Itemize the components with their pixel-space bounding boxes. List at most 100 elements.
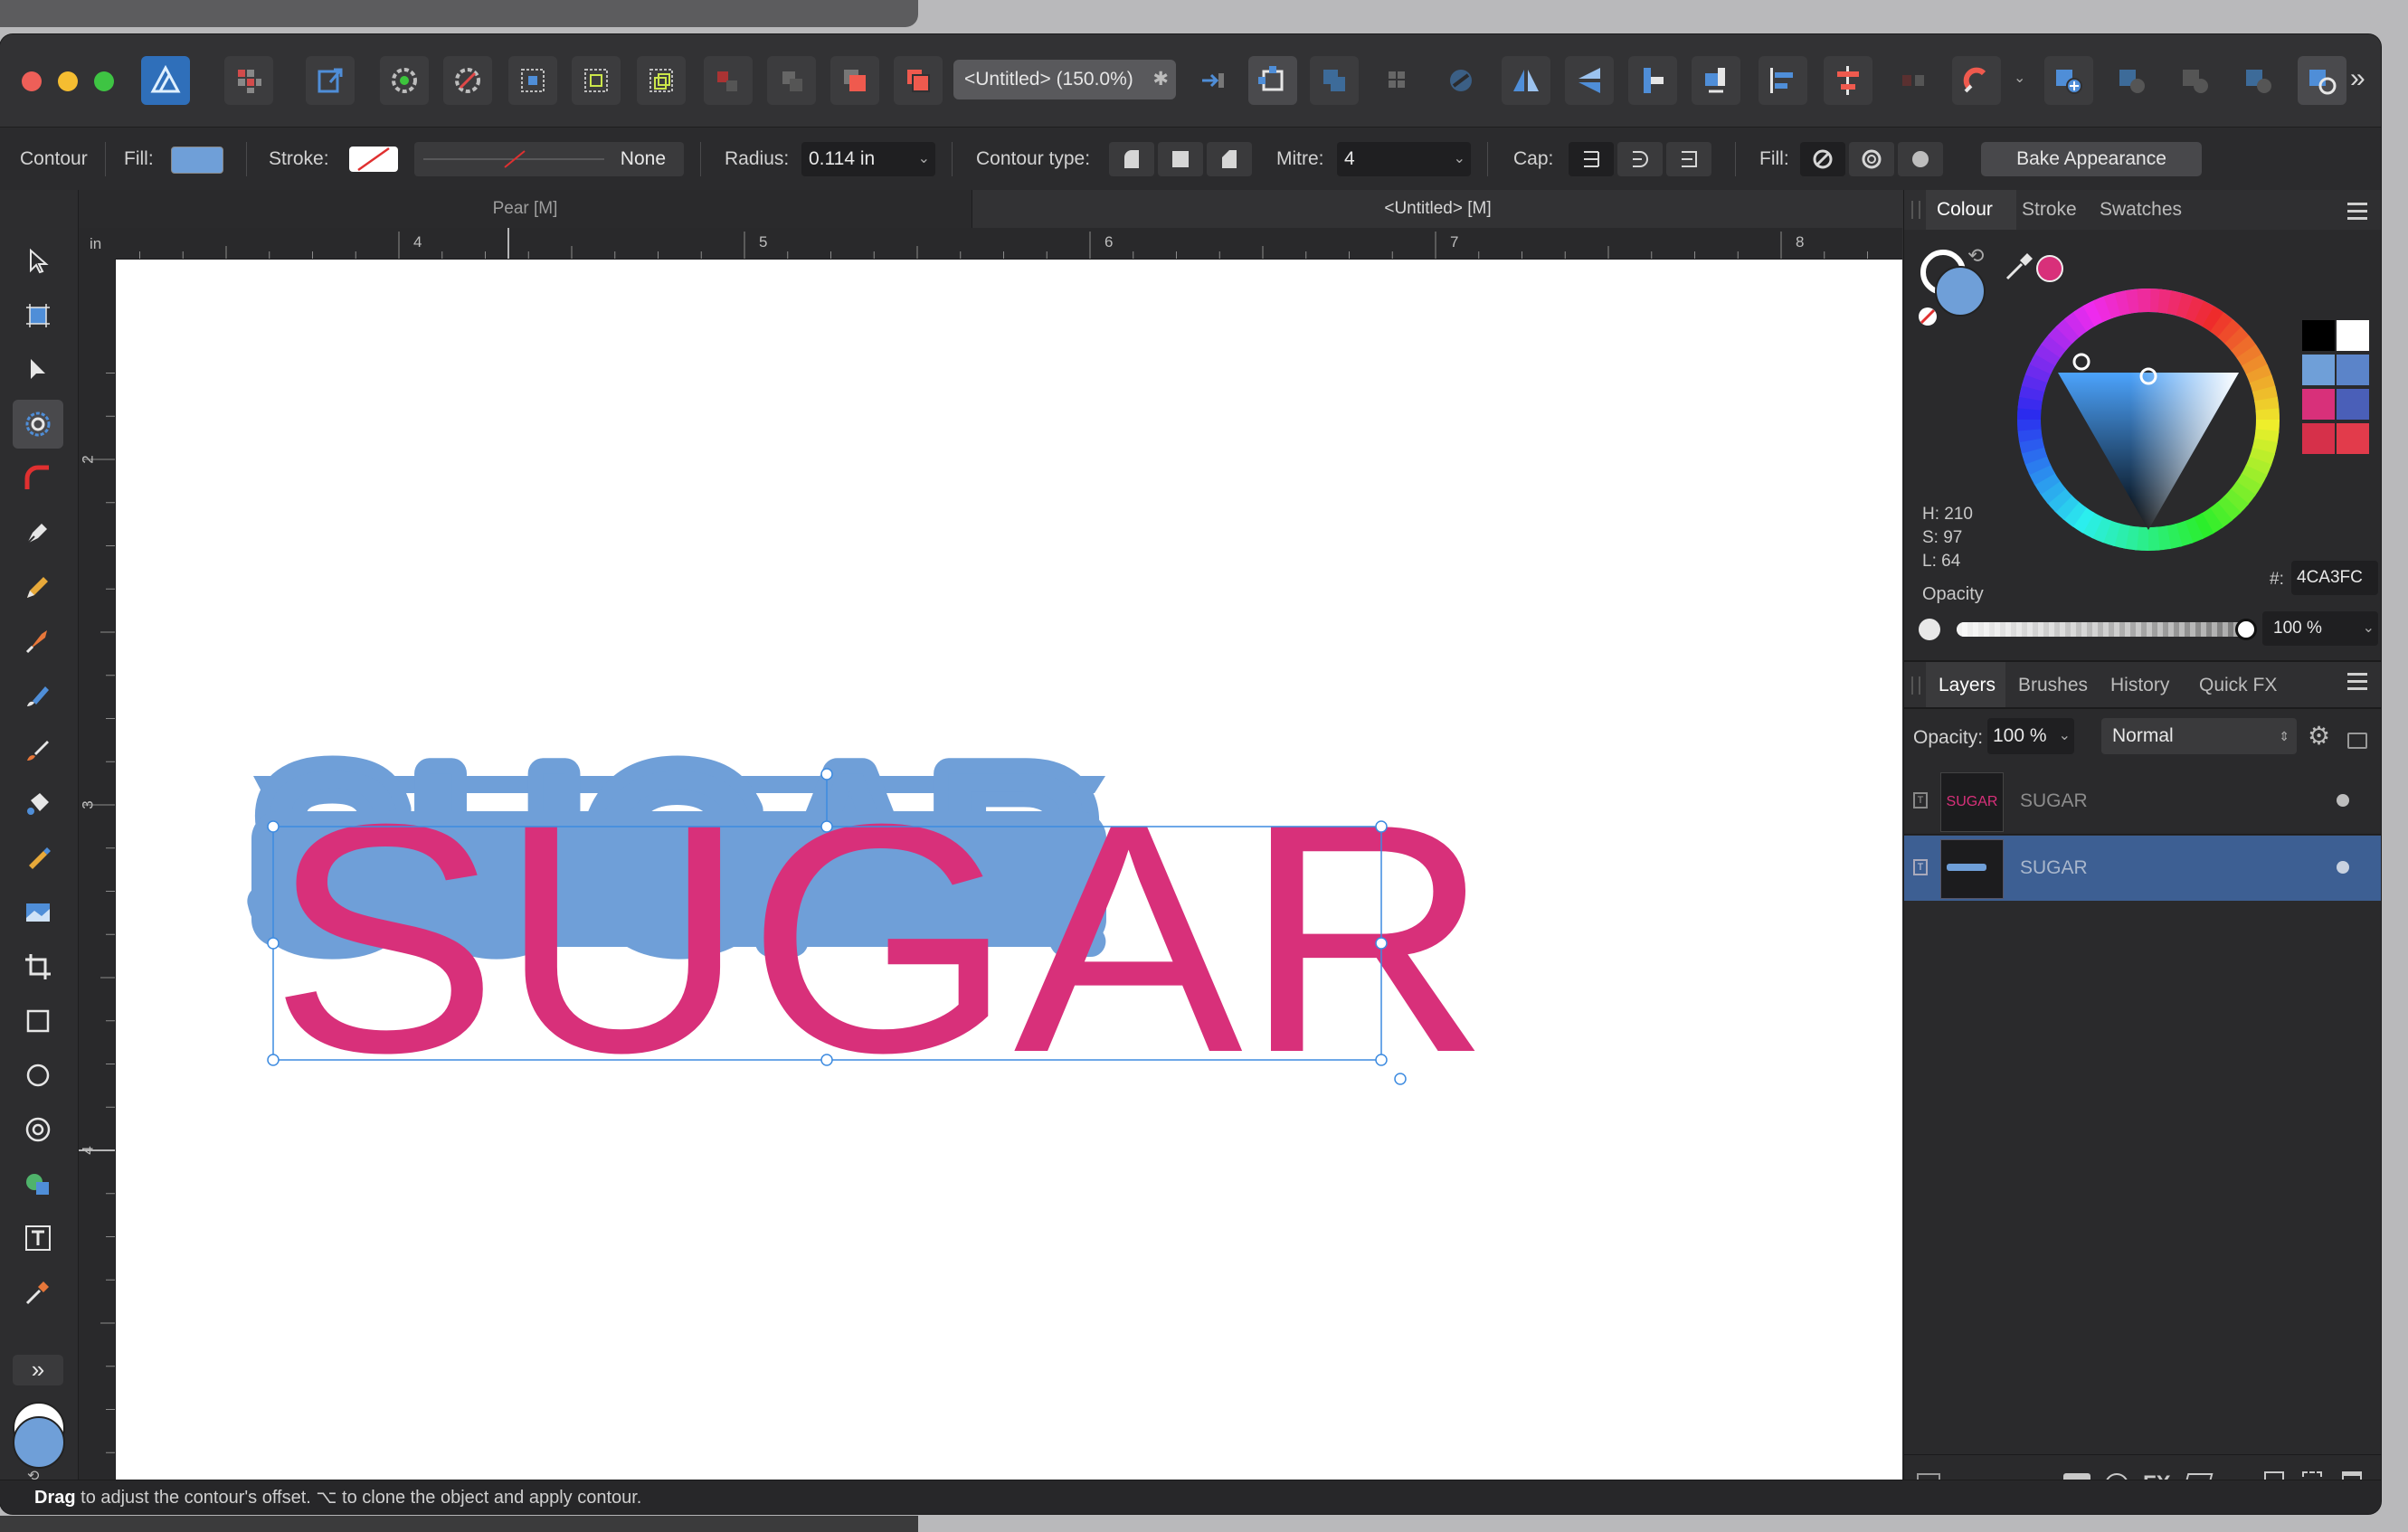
layer-name[interactable]: SUGAR <box>2020 790 2088 812</box>
fill-tool-icon[interactable] <box>13 780 63 828</box>
tab-colour[interactable]: Colour <box>1937 199 1993 221</box>
expand-tools-icon[interactable]: » <box>13 1355 63 1385</box>
sugar-text[interactable]: SUGAR <box>270 757 1491 1121</box>
blend-mode-dropdown-icon[interactable]: ⇕ <box>2268 718 2289 754</box>
magnet-snapping-icon[interactable] <box>1952 56 2001 105</box>
layer-opacity-dropdown-icon[interactable]: ⌄ <box>2053 718 2071 754</box>
layer-settings-gear-icon[interactable]: ⚙ <box>2308 723 2330 749</box>
crop-tool-icon[interactable] <box>13 942 63 991</box>
fill-color-well[interactable] <box>13 1416 65 1469</box>
boolean-add-icon[interactable] <box>1310 56 1359 105</box>
contour-round-icon[interactable] <box>1109 142 1154 176</box>
contour-tool-icon[interactable] <box>13 400 63 449</box>
hex-input[interactable]: 4CA3FC <box>2291 561 2378 595</box>
insert-inside-icon[interactable] <box>2044 56 2093 105</box>
ellipse-tool-icon[interactable] <box>13 1051 63 1100</box>
layer-row[interactable]: T SUGAR SUGAR <box>1904 769 2381 835</box>
stroke-swatch[interactable] <box>349 147 398 172</box>
rotate-right-icon[interactable] <box>1692 56 1740 105</box>
bring-forward-icon[interactable] <box>830 56 879 105</box>
bake-appearance-button[interactable]: Bake Appearance <box>1981 142 2202 176</box>
paint-brush-tool-icon[interactable] <box>13 725 63 774</box>
fill-swatch[interactable] <box>171 147 223 174</box>
move-forward-icon[interactable] <box>767 56 816 105</box>
radius-dropdown-icon[interactable]: ⌄ <box>911 142 930 176</box>
vector-brush-tool-icon[interactable] <box>13 617 63 666</box>
swatch-blue-light[interactable] <box>2302 355 2335 385</box>
distribute-icon[interactable] <box>1889 56 1938 105</box>
panel-grip-icon[interactable] <box>1911 676 1920 695</box>
snapping-options-dropdown[interactable]: ⌄ <box>2014 69 2025 87</box>
lock-icon[interactable] <box>2347 733 2367 749</box>
blend-mode-select[interactable]: Normal ⇕ <box>2101 718 2297 754</box>
insert-selection-icon[interactable] <box>2298 56 2346 105</box>
insert-behind-icon[interactable] <box>2108 56 2157 105</box>
mitre-dropdown-icon[interactable]: ⌄ <box>1446 142 1465 176</box>
place-image-tool-icon[interactable] <box>13 888 63 937</box>
contour-mitre-icon[interactable] <box>1158 142 1203 176</box>
align-center-icon[interactable] <box>1824 56 1872 105</box>
contour-bevel-icon[interactable] <box>1207 142 1252 176</box>
flip-vertical-icon[interactable] <box>1565 56 1614 105</box>
minimize-window-button[interactable] <box>58 71 78 91</box>
shape-tool-icon[interactable] <box>13 1159 63 1208</box>
layer-visibility-icon[interactable] <box>2337 794 2349 807</box>
pixel-grid-icon[interactable] <box>508 56 557 105</box>
rectangle-tool-icon[interactable] <box>13 997 63 1045</box>
bounding-snap-icon[interactable] <box>637 56 686 105</box>
colour-panel-menu-icon[interactable] <box>2347 203 2367 220</box>
move-back-icon[interactable] <box>704 56 753 105</box>
color-picker-tool-icon[interactable] <box>13 1268 63 1317</box>
snapping-settings-icon[interactable] <box>443 56 492 105</box>
picked-colour-swatch[interactable] <box>2036 255 2063 282</box>
tab-untitled[interactable]: <Untitled> [M] <box>972 190 1903 228</box>
align-left-icon[interactable] <box>1759 56 1807 105</box>
text-tool-icon[interactable] <box>13 1214 63 1262</box>
fill-mode-ring-icon[interactable] <box>1849 142 1894 176</box>
tab-brushes[interactable]: Brushes <box>2018 675 2088 696</box>
cap-square-icon[interactable] <box>1666 142 1711 176</box>
tab-layers[interactable]: Layers <box>1939 675 1996 696</box>
document-zoom-chip[interactable]: <Untitled> (150.0%) ✱ <box>953 60 1176 99</box>
cap-round-icon[interactable] <box>1617 142 1663 176</box>
close-window-button[interactable] <box>22 71 42 91</box>
layer-name[interactable]: SUGAR <box>2020 857 2088 879</box>
panel-grip-icon[interactable] <box>1911 201 1920 219</box>
radius-field[interactable]: 0.114 in ⌄ <box>801 142 935 176</box>
transparency-tool-icon[interactable] <box>13 834 63 883</box>
colour-wheel[interactable] <box>2013 284 2284 555</box>
fill-mode-solid-icon[interactable] <box>1898 142 1943 176</box>
pencil-tool-icon[interactable] <box>13 563 63 611</box>
bring-to-front-icon[interactable] <box>894 56 943 105</box>
swatch-black[interactable] <box>2302 320 2335 351</box>
insert-front-icon[interactable] <box>2171 56 2220 105</box>
opacity-dropdown-icon[interactable]: ⌄ <box>2352 611 2375 646</box>
mitre-field[interactable]: 4 ⌄ <box>1337 142 1471 176</box>
pixel-persona-icon[interactable] <box>224 56 273 105</box>
rotate-left-icon[interactable] <box>1628 56 1677 105</box>
swatch-red[interactable] <box>2302 423 2335 454</box>
swatch-indigo[interactable] <box>2337 389 2369 420</box>
opacity-slider[interactable] <box>1957 622 2252 637</box>
tab-history[interactable]: History <box>2110 675 2169 696</box>
move-tool-icon[interactable] <box>13 237 63 286</box>
layers-panel-menu-icon[interactable] <box>2347 673 2367 690</box>
grid-snap-icon[interactable] <box>572 56 621 105</box>
designer-persona-icon[interactable] <box>141 56 190 105</box>
tab-pear[interactable]: Pear [M] <box>79 190 972 228</box>
swatch-blue[interactable] <box>2337 355 2369 385</box>
artboard-tool-icon[interactable] <box>13 291 63 340</box>
tab-stroke[interactable]: Stroke <box>2022 199 2077 221</box>
flip-horizontal-icon[interactable] <box>1502 56 1550 105</box>
node-tool-icon[interactable] <box>13 345 63 394</box>
document-canvas[interactable]: SUGAR SUGAR <box>116 260 1902 1514</box>
cap-butt-icon[interactable] <box>1569 142 1614 176</box>
stroke-width-field[interactable]: None <box>414 142 684 176</box>
swatch-pink[interactable] <box>2302 389 2335 420</box>
layer-visibility-icon[interactable] <box>2337 861 2349 874</box>
snapping-icon[interactable] <box>380 56 429 105</box>
fill-colour-well[interactable] <box>1935 266 1986 317</box>
transform-origin-icon[interactable] <box>1189 56 1237 105</box>
fill-mode-none-icon[interactable] <box>1800 142 1845 176</box>
corner-tool-icon[interactable] <box>13 454 63 503</box>
